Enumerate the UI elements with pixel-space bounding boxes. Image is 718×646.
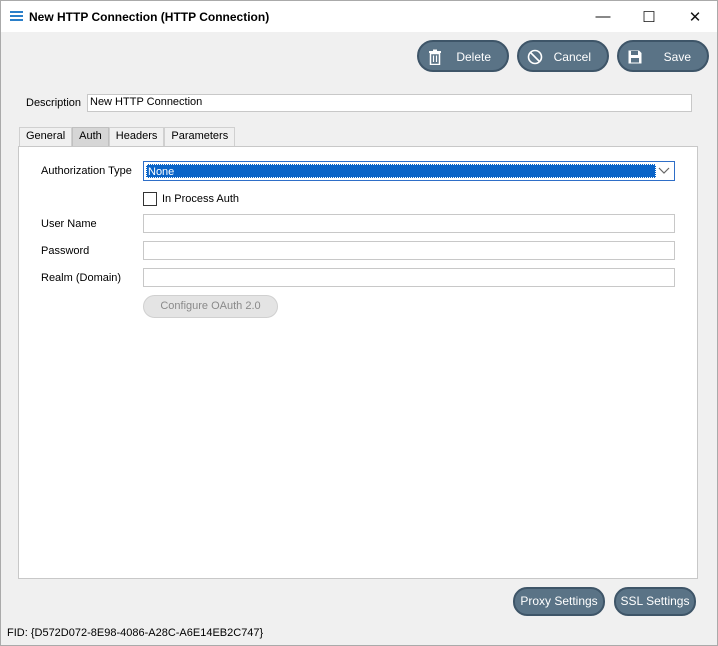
cancel-icon (527, 49, 543, 65)
in-process-auth-checkbox[interactable] (143, 192, 157, 206)
cancel-button[interactable]: Cancel (517, 40, 609, 72)
cancel-label: Cancel (553, 50, 591, 64)
authorization-type-value: None (146, 164, 656, 178)
user-name-label: User Name (41, 218, 97, 230)
trash-icon (429, 49, 441, 65)
configure-oauth-button[interactable]: Configure OAuth 2.0 (143, 295, 278, 318)
minimize-icon[interactable]: — (580, 1, 626, 32)
realm-label: Realm (Domain) (41, 272, 122, 284)
floppy-icon (628, 50, 642, 64)
realm-field[interactable] (143, 268, 675, 287)
delete-label: Delete (456, 50, 491, 64)
tab-bar: General Auth Headers Parameters (19, 127, 236, 146)
password-label: Password (41, 245, 90, 257)
connection-window: New HTTP Connection (HTTP Connection) — … (0, 0, 718, 646)
tab-headers[interactable]: Headers (108, 127, 165, 146)
description-input[interactable]: New HTTP Connection (87, 94, 692, 112)
chevron-down-icon[interactable] (657, 163, 671, 179)
window-title: New HTTP Connection (HTTP Connection) (29, 10, 270, 24)
in-process-auth-label[interactable]: In Process Auth (162, 193, 239, 205)
proxy-settings-button[interactable]: Proxy Settings (513, 587, 605, 616)
save-label: Save (663, 50, 691, 64)
authorization-type-select[interactable]: None (143, 161, 675, 181)
close-icon[interactable]: ✕ (672, 1, 718, 32)
tab-parameters[interactable]: Parameters (164, 127, 236, 146)
tab-auth[interactable]: Auth (72, 127, 109, 146)
auth-panel: Authorization Type None In Process Auth … (18, 146, 698, 579)
password-field[interactable] (143, 241, 675, 260)
title-bar[interactable]: New HTTP Connection (HTTP Connection) — … (1, 1, 717, 32)
delete-button[interactable]: Delete (417, 40, 509, 72)
maximize-icon[interactable]: ☐ (626, 1, 672, 32)
save-button[interactable]: Save (617, 40, 709, 72)
description-label: Description (26, 97, 82, 109)
fid-text: FID: {D572D072-8E98-4086-A28C-A6E14EB2C7… (7, 627, 264, 639)
user-name-field[interactable] (143, 214, 675, 233)
app-menu-icon[interactable] (10, 11, 23, 21)
ssl-settings-button[interactable]: SSL Settings (614, 587, 696, 616)
tab-general[interactable]: General (19, 127, 73, 146)
authorization-type-label: Authorization Type (41, 165, 132, 177)
